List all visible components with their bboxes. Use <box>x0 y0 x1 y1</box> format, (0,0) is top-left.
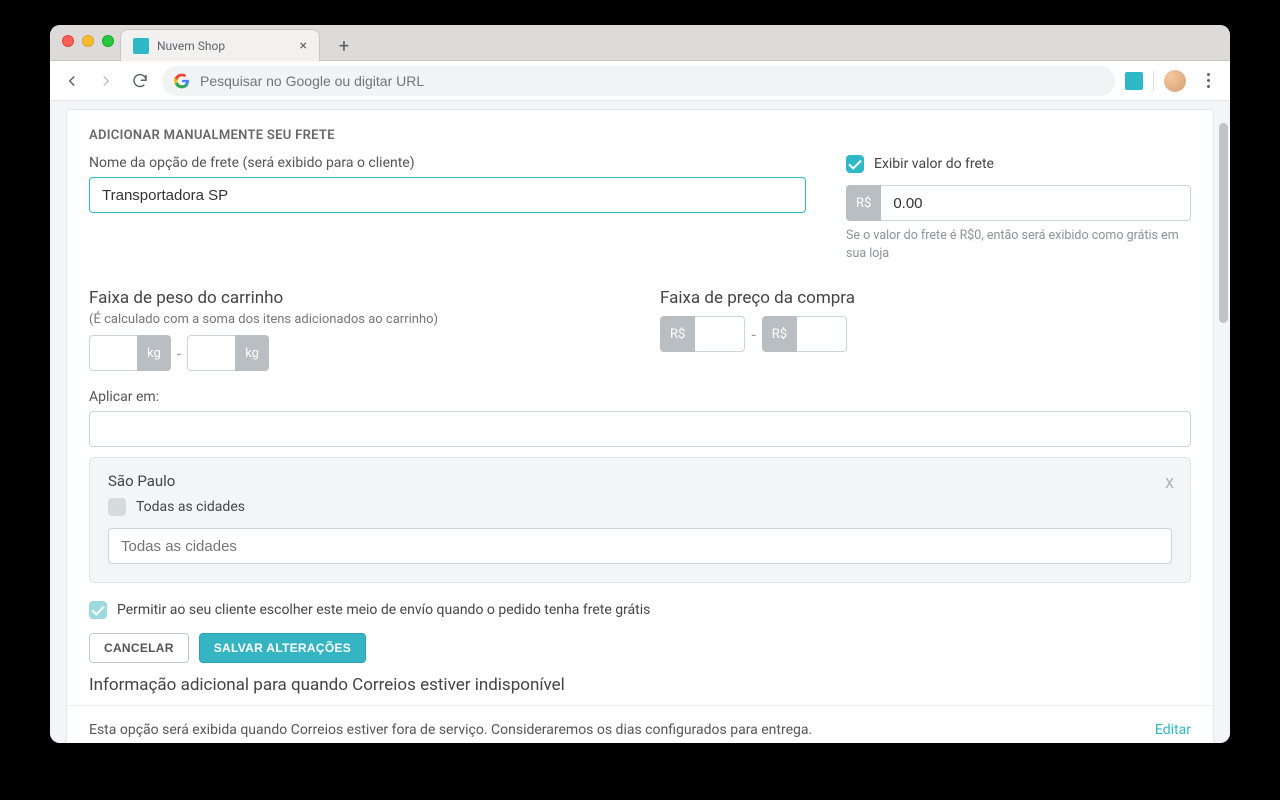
google-icon <box>174 73 190 89</box>
region-name: São Paulo <box>108 472 1172 490</box>
show-value-label: Exibir valor do frete <box>874 156 994 172</box>
price-title: Faixa de preço da compra <box>660 288 1191 308</box>
range-dash: - <box>751 325 755 344</box>
weight-title: Faixa de peso do carrinho <box>89 288 620 308</box>
extension-icon[interactable] <box>1125 72 1143 90</box>
toolbar-separator <box>1153 71 1154 91</box>
kg-suffix: kg <box>137 335 171 371</box>
cancel-button[interactable]: CANCELAR <box>89 633 189 663</box>
page-viewport: ADICIONAR MANUALMENTE SEU FRETE Nome da … <box>50 101 1230 743</box>
show-value-checkbox[interactable] <box>846 155 864 173</box>
tab-strip: Nuvem Shop × + <box>50 25 1230 61</box>
maximize-window-icon[interactable] <box>102 35 114 47</box>
close-window-icon[interactable] <box>62 35 74 47</box>
save-button[interactable]: SALVAR ALTERAÇÕES <box>199 633 366 663</box>
edit-link[interactable]: Editar <box>1155 722 1191 738</box>
currency-prefix: R$ <box>762 316 797 352</box>
currency-prefix: R$ <box>660 316 695 352</box>
new-tab-button[interactable]: + <box>330 32 358 60</box>
profile-avatar[interactable] <box>1164 70 1186 92</box>
forward-icon[interactable] <box>94 69 118 93</box>
allow-free-label: Permitir ao seu cliente escolher este me… <box>117 602 650 618</box>
scroll-thumb[interactable] <box>1219 123 1228 323</box>
panel-title: ADICIONAR MANUALMENTE SEU FRETE <box>89 128 1191 143</box>
weight-max-input[interactable] <box>187 335 235 371</box>
browser-tab[interactable]: Nuvem Shop × <box>120 29 320 61</box>
price-min-input[interactable] <box>695 316 745 352</box>
minimize-window-icon[interactable] <box>82 35 94 47</box>
favicon-icon <box>133 38 149 54</box>
all-cities-checkbox[interactable] <box>108 498 126 516</box>
kg-suffix: kg <box>235 335 269 371</box>
omnibox[interactable] <box>162 66 1115 96</box>
allow-free-checkbox[interactable] <box>89 601 107 619</box>
extra-info-msg: Esta opção será exibida quando Correios … <box>89 722 812 738</box>
price-max-input[interactable] <box>797 316 847 352</box>
range-dash: - <box>177 344 181 363</box>
shipping-panel: ADICIONAR MANUALMENTE SEU FRETE Nome da … <box>66 109 1214 743</box>
weight-sub: (É calculado com a soma dos itens adicio… <box>89 312 620 327</box>
back-icon[interactable] <box>60 69 84 93</box>
extra-info-title: Informação adicional para quando Correio… <box>67 673 1213 705</box>
region-box: São Paulo x Todas as cidades <box>89 457 1191 583</box>
scrollbar[interactable] <box>1216 101 1230 743</box>
browser-toolbar <box>50 61 1230 101</box>
remove-region-icon[interactable]: x <box>1165 472 1174 493</box>
name-input[interactable] <box>89 177 806 213</box>
apply-label: Aplicar em: <box>89 389 1191 405</box>
omnibox-input[interactable] <box>200 73 1103 89</box>
apply-input[interactable] <box>89 411 1191 447</box>
tab-title: Nuvem Shop <box>157 39 292 53</box>
value-input[interactable] <box>881 185 1191 221</box>
weight-min-input[interactable] <box>89 335 137 371</box>
all-cities-label: Todas as cidades <box>136 499 245 515</box>
name-label: Nome da opção de frete (será exibido par… <box>89 155 806 171</box>
currency-prefix: R$ <box>846 185 881 221</box>
reload-icon[interactable] <box>128 69 152 93</box>
close-tab-icon[interactable]: × <box>300 38 307 54</box>
value-hint: Se o valor do frete é R$0, então será ex… <box>846 227 1191 262</box>
cities-input[interactable] <box>108 528 1172 564</box>
browser-window: Nuvem Shop × + <box>50 25 1230 743</box>
kebab-menu-icon[interactable] <box>1196 69 1220 93</box>
